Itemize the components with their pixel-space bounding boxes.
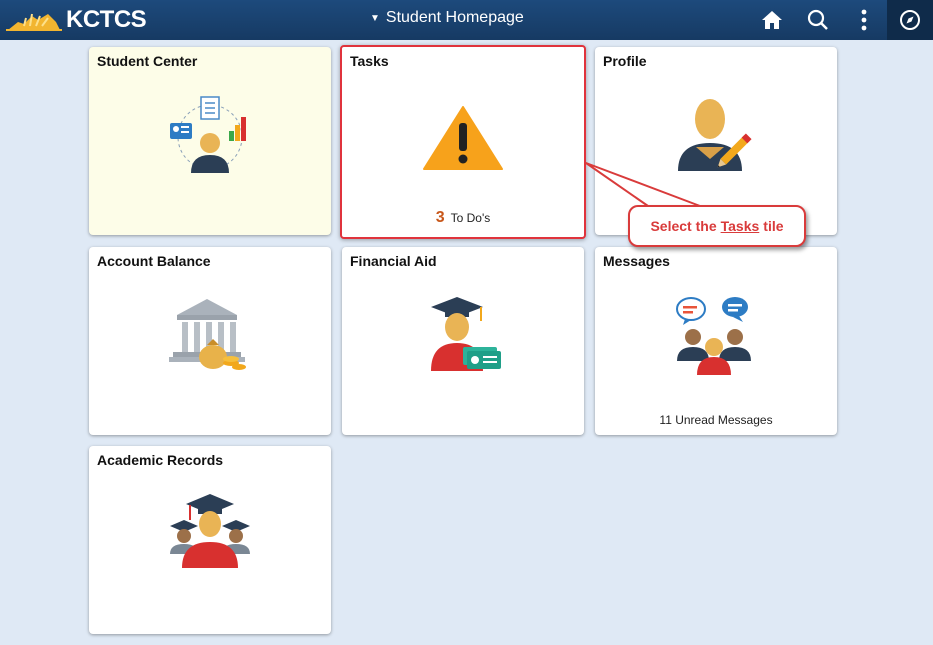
callout-tasks-link: Tasks	[720, 218, 760, 234]
tile-title: Academic Records	[97, 452, 224, 468]
logo-text: KCTCS	[66, 6, 147, 33]
homepage-title: Student Homepage	[385, 9, 524, 26]
kctcs-logo[interactable]: KCTCS	[4, 6, 147, 34]
tile-student-center[interactable]: Student Center	[89, 47, 331, 235]
tile-title: Account Balance	[97, 253, 211, 269]
chat-people-icon	[676, 297, 751, 375]
tile-title: Financial Aid	[350, 253, 437, 269]
tile-messages[interactable]: Messages 11 Unread Messages	[595, 247, 837, 435]
messages-unread-count: 11 Unread Messages	[659, 413, 773, 427]
student-center-icon	[170, 96, 246, 173]
tile-title: Messages	[603, 253, 670, 269]
tile-academic-records[interactable]: Academic Records	[89, 446, 331, 634]
warning-triangle-icon	[423, 106, 503, 170]
callout-prefix: Select the	[650, 218, 717, 234]
tile-tasks[interactable]: Tasks 3 To Do's	[340, 45, 586, 239]
tile-title: Profile	[603, 53, 647, 69]
top-banner: KCTCS ▼ Student Homepage	[0, 0, 933, 40]
sunrise-icon	[6, 13, 62, 31]
homepage-selector[interactable]: ▼ Student Homepage	[370, 9, 524, 27]
tasks-count-label: To Do's	[450, 211, 491, 225]
tile-title: Student Center	[97, 53, 198, 69]
actions-menu-button[interactable]	[841, 0, 887, 40]
search-icon	[807, 9, 828, 30]
graduates-icon	[170, 494, 250, 568]
tile-title: Tasks	[350, 53, 389, 69]
tasks-count: 3 To Do's	[342, 209, 584, 227]
home-button[interactable]	[749, 0, 795, 40]
instruction-callout: Select the Tasks tile	[628, 205, 806, 247]
bank-money-icon	[169, 299, 246, 370]
profile-pencil-icon	[678, 99, 752, 171]
home-icon	[762, 11, 782, 29]
search-button[interactable]	[795, 0, 841, 40]
tasks-count-number: 3	[435, 209, 445, 226]
navbar-icon	[900, 10, 920, 30]
graduate-money-icon	[431, 297, 501, 371]
callout-suffix: tile	[763, 218, 784, 234]
tile-financial-aid[interactable]: Financial Aid	[342, 247, 584, 435]
tile-account-balance[interactable]: Account Balance	[89, 247, 331, 435]
navbar-button[interactable]	[887, 0, 933, 40]
caret-down-icon: ▼	[370, 12, 380, 24]
more-actions-icon	[861, 9, 867, 31]
